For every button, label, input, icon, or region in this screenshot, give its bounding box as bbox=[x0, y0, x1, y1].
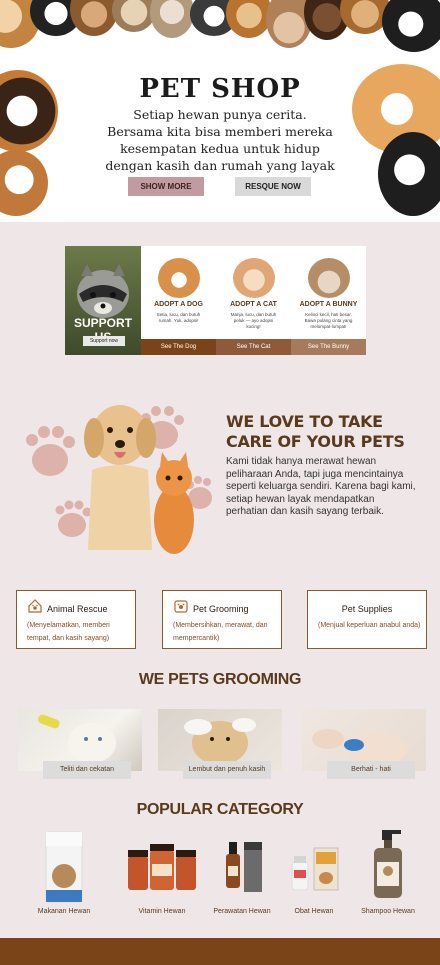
category-item-vitamin[interactable]: Vitamin Hewan bbox=[122, 828, 202, 922]
see-cat-button[interactable]: See The Cat bbox=[216, 339, 291, 355]
category-label: Shampoo Hewan bbox=[361, 908, 415, 915]
adopt-card-title: ADOPT A BUNNY bbox=[299, 301, 358, 308]
adopt-bunny-card: ADOPT A BUNNY Kelinci kecil, hati besar.… bbox=[291, 246, 366, 355]
dog-photo bbox=[70, 0, 118, 36]
service-title: Animal Rescue bbox=[47, 604, 108, 614]
paw-illustration bbox=[26, 405, 212, 554]
service-card-pet-supplies[interactable]: Pet Supplies (Menjual keperluan anabul a… bbox=[307, 590, 427, 649]
category-label: Vitamin Hewan bbox=[138, 908, 186, 915]
rescue-now-button[interactable]: RESQUE NOW bbox=[235, 177, 311, 196]
adopt-card-desc: Setia, lucu, dan butuh rumah. Yuk, adops… bbox=[156, 312, 201, 323]
support-now-button[interactable]: Support now bbox=[83, 336, 125, 346]
care-title: WE LOVE TO TAKE CARE OF YOUR PETS bbox=[226, 412, 405, 451]
see-dog-button[interactable]: See The Dog bbox=[141, 339, 216, 355]
category-item-obat[interactable]: Obat Hewan bbox=[274, 828, 354, 922]
care-product-icon bbox=[226, 842, 262, 892]
dog-photo bbox=[158, 258, 200, 298]
service-card-animal-rescue[interactable]: Animal Rescue (Menyelamatkan, memberi te… bbox=[16, 590, 136, 649]
dog-photo bbox=[378, 132, 440, 216]
show-more-button[interactable]: SHOW MORE bbox=[128, 177, 204, 196]
grooming-card: Lembut dan penuh kasih bbox=[158, 709, 282, 779]
hero-description: Setiap hewan punya cerita. Bersama kita … bbox=[105, 107, 335, 173]
service-subtitle: (Membersihkan, merawat, dan mempercantik… bbox=[173, 622, 268, 642]
raccoon-photo: SUPPORT US Support now bbox=[65, 246, 141, 355]
adopt-cat-card: ADOPT A CAT Manja, lucu, dan butuh peluk… bbox=[216, 246, 291, 355]
grooming-caption: Lembut dan penuh kasih bbox=[183, 761, 271, 779]
vitamin-icon bbox=[128, 844, 196, 890]
rabbit-photo bbox=[308, 258, 350, 298]
adopt-card-title: ADOPT A DOG bbox=[154, 301, 203, 308]
service-card-pet-grooming[interactable]: Pet Grooming (Membersihkan, merawat, dan… bbox=[162, 590, 282, 649]
cat-photo bbox=[150, 0, 194, 38]
category-title: POPULAR CATEGORY bbox=[136, 801, 304, 818]
grooming-caption: Teliti dan cekatan bbox=[43, 761, 131, 779]
medicine-icon bbox=[291, 847, 339, 891]
service-title: Pet Supplies bbox=[341, 604, 393, 614]
adopt-card-title: ADOPT A CAT bbox=[230, 301, 277, 308]
category-label: Obat Hewan bbox=[294, 908, 334, 915]
hero-section: PET SHOP Setiap hewan punya cerita. Bers… bbox=[0, 0, 440, 222]
grooming-caption: Berhati - hati bbox=[327, 761, 415, 779]
category-item-perawatan[interactable]: Perawatan Hewan bbox=[202, 828, 282, 922]
grooming-card: Berhati - hati bbox=[302, 709, 426, 779]
footer-bar bbox=[0, 938, 440, 965]
category-item-shampoo[interactable]: Shampoo Hewan bbox=[348, 828, 428, 922]
dog-photo bbox=[382, 0, 440, 52]
grooming-icon bbox=[174, 600, 188, 613]
dog-photo bbox=[0, 150, 48, 216]
shampoo-icon bbox=[374, 830, 402, 898]
category-item-makanan[interactable]: Makanan Hewan bbox=[24, 828, 104, 922]
category-label: Makanan Hewan bbox=[37, 908, 91, 915]
service-title: Pet Grooming bbox=[193, 604, 249, 614]
adopt-card-desc: Manja, lucu, dan butuh peluk — ayo adops… bbox=[230, 312, 277, 329]
support-banner: SUPPORT US Support now ADOPT A DOG Setia… bbox=[65, 246, 366, 355]
pet-food-icon bbox=[45, 831, 83, 903]
page-title: PET SHOP bbox=[139, 74, 301, 104]
see-bunny-button[interactable]: See The Bunny bbox=[291, 339, 366, 355]
service-subtitle: (Menjual keperluan anabul anda) bbox=[318, 622, 421, 629]
grooming-card: Teliti dan cekatan bbox=[18, 709, 142, 779]
cat-photo bbox=[233, 258, 275, 298]
home-paw-icon bbox=[28, 599, 42, 613]
dog-and-cat-illustration bbox=[22, 380, 217, 560]
care-description: Kami tidak hanya merawat hewan peliharaa… bbox=[226, 456, 416, 517]
adopt-dog-card: ADOPT A DOG Setia, lucu, dan butuh rumah… bbox=[141, 246, 216, 355]
service-subtitle: (Menyelamatkan, memberi tempat, dan kasi… bbox=[27, 622, 110, 642]
grooming-title: WE PETS GROOMING bbox=[138, 671, 302, 688]
category-label: Perawatan Hewan bbox=[213, 908, 271, 915]
adopt-card-desc: Kelinci kecil, hati besar. Bawa pulang c… bbox=[304, 312, 353, 329]
